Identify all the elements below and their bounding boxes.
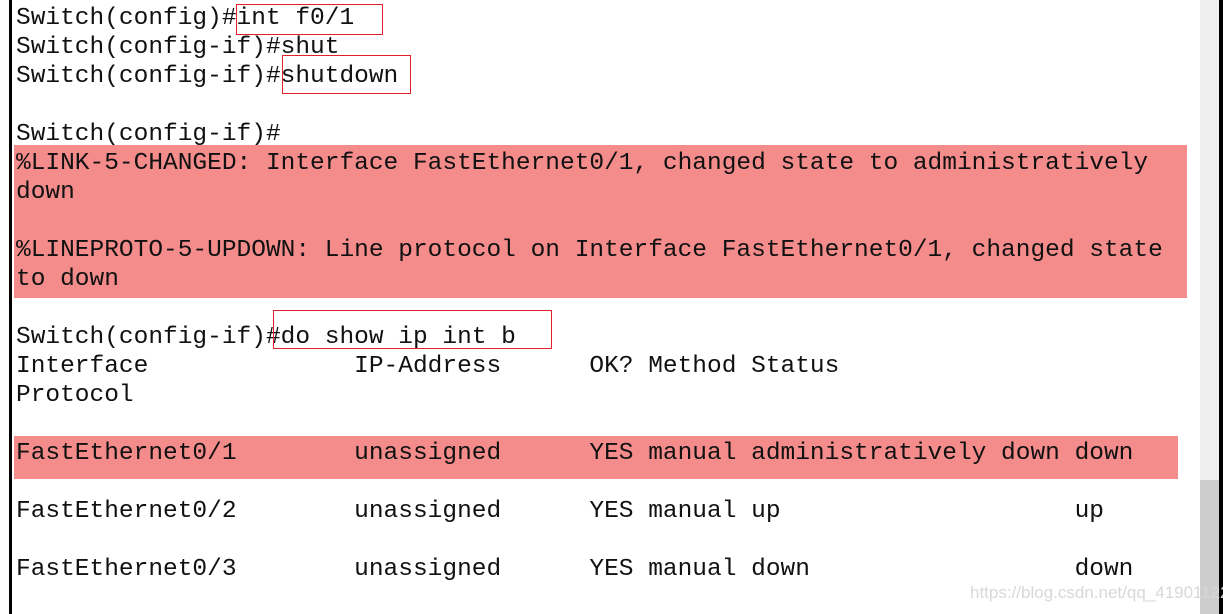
table-row: FastEthernet0/1 unassigned YES manual ad…	[16, 440, 1134, 467]
annotation-box-shutdown	[282, 55, 411, 94]
terminal-line: Switch(config-if)#do show ip int b	[16, 324, 516, 351]
annotation-box-show-ip-int-b	[273, 310, 552, 349]
annotation-box-int-f0-1	[236, 4, 383, 35]
log-lineproto-updown: %LINEPROTO-5-UPDOWN: Line protocol on In…	[16, 237, 1163, 264]
terminal-line: Switch(config-if)#shutdown	[16, 63, 399, 90]
terminal-line: Switch(config)#int f0/1	[16, 5, 355, 32]
watermark: https://blog.csdn.net/qq_41901122	[970, 583, 1223, 602]
terminal-line: Switch(config-if)#shut	[16, 34, 340, 61]
terminal-line: down	[16, 179, 75, 206]
table-row: FastEthernet0/2 unassigned YES manual up…	[16, 498, 1104, 525]
terminal-line: to down	[16, 266, 119, 293]
table-header: Protocol	[16, 382, 134, 409]
terminal-output[interactable]: Switch(config)#int f0/1 Switch(config-if)…	[16, 4, 1163, 584]
table-header: Interface IP-Address OK? Method Status	[16, 353, 840, 380]
window-right-border	[1219, 0, 1223, 614]
log-link-changed: %LINK-5-CHANGED: Interface FastEthernet0…	[16, 150, 1149, 177]
table-row: FastEthernet0/3 unassigned YES manual do…	[16, 556, 1134, 583]
window-left-border	[9, 0, 12, 614]
terminal-line: Switch(config-if)#	[16, 121, 281, 148]
